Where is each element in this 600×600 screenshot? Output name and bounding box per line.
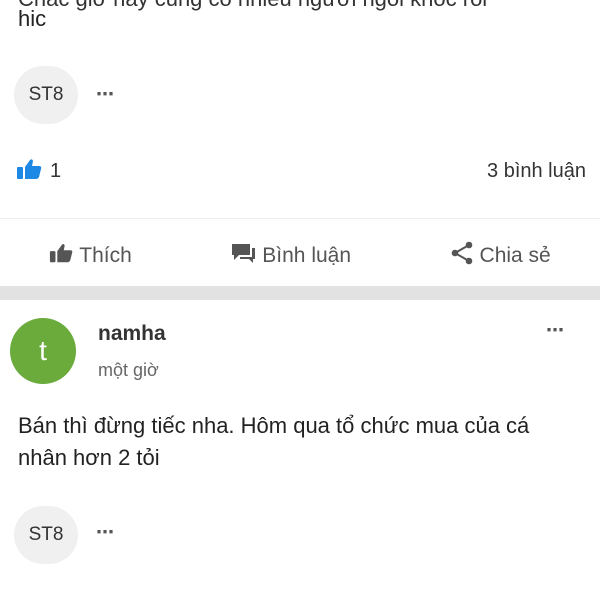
divider	[0, 218, 600, 219]
comments-count[interactable]: 3 bình luận	[487, 160, 586, 183]
post-separator	[0, 286, 600, 300]
more-options-icon[interactable]: ⋯	[96, 522, 115, 543]
comment-button[interactable]: Bình luận	[230, 242, 351, 270]
tag-chip[interactable]: ST8	[14, 66, 78, 124]
post-text-tail: hic	[18, 6, 47, 31]
avatar[interactable]: t	[10, 318, 76, 384]
tag-chip[interactable]: ST8	[14, 506, 78, 564]
like-button[interactable]: Thích	[49, 242, 132, 270]
post-time: một giờ	[98, 360, 159, 380]
more-options-icon[interactable]: ⋯	[96, 84, 115, 105]
post-body: Bán thì đừng tiếc nha. Hôm qua tổ chức m…	[18, 413, 530, 470]
post-text-cut: Chắc giờ này cũng có nhiều người ngồi kh…	[18, 0, 487, 12]
share-icon	[450, 241, 474, 271]
like-button-label: Thích	[79, 244, 132, 267]
share-button-label: Chia sẻ	[479, 244, 551, 267]
comment-icon	[230, 242, 256, 270]
like-icon	[16, 158, 42, 185]
more-options-icon[interactable]: ⋯	[546, 320, 565, 341]
author-name[interactable]: namha	[98, 322, 166, 346]
share-button[interactable]: Chia sẻ	[450, 241, 551, 271]
post-stats: 1 3 bình luận	[16, 156, 586, 186]
thumbs-up-icon	[49, 242, 73, 270]
like-count[interactable]: 1	[50, 160, 61, 183]
post-actions: Thích Bình luận Chia sẻ	[0, 234, 600, 278]
comment-button-label: Bình luận	[262, 244, 352, 267]
